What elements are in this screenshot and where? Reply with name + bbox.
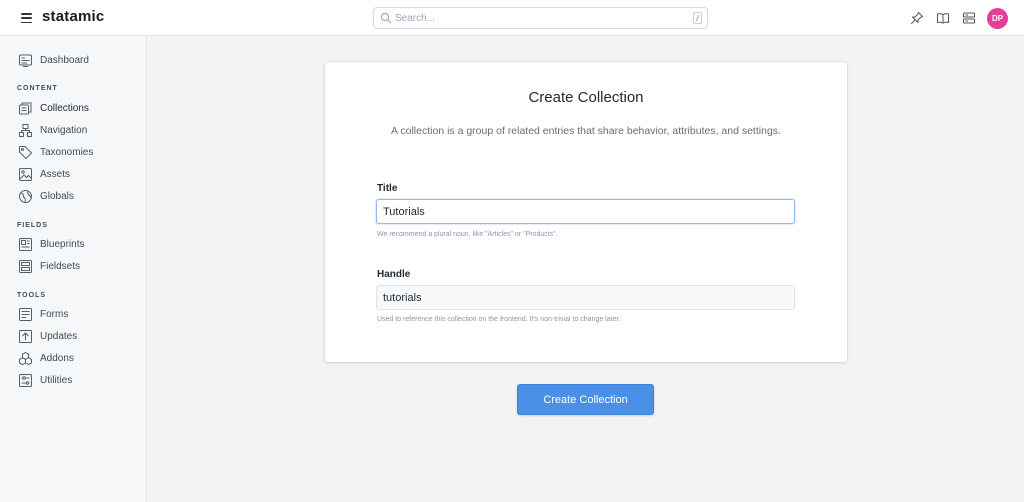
sidebar-item-globals[interactable]: Globals [18,188,74,204]
sidebar-item-blueprints[interactable]: Blueprints [18,236,84,252]
handle-field[interactable] [376,285,795,310]
sidebar-item-label: Assets [40,168,71,180]
create-collection-button[interactable]: Create Collection [517,384,654,415]
book-icon[interactable] [936,11,950,25]
page-title: Create Collection [528,89,644,106]
tag-icon [18,145,33,160]
sidebar-item-addons[interactable]: Addons [18,350,74,366]
sidebar-item-dashboard[interactable]: Dashboard [18,52,89,68]
sidebar-item-utilities[interactable]: Utilities [18,372,72,388]
dashboard-icon [18,53,33,68]
sidebar-item-forms[interactable]: Forms [18,306,68,322]
sidebar-item-label: Collections [40,102,89,114]
title-field-help: We recommend a plural noun, like "Articl… [377,231,558,238]
title-field[interactable] [376,199,795,224]
section-heading-tools: TOOLS [17,292,46,299]
sidebar-item-label: Addons [40,352,74,364]
sidebar-item-label: Utilities [40,374,73,386]
server-icon[interactable] [962,11,976,25]
sidebar-item-navigation[interactable]: Navigation [18,122,87,138]
sidebar-item-label: Forms [40,308,69,320]
handle-field-help: Used to reference this collection on the… [377,316,621,323]
sidebar-item-assets[interactable]: Assets [18,166,70,182]
blueprints-icon [18,237,33,252]
addons-icon [18,351,33,366]
user-avatar[interactable]: DP [987,8,1008,29]
sidebar-item-updates[interactable]: Updates [18,328,77,344]
section-heading-fields: FIELDS [17,222,48,229]
updates-icon [18,329,33,344]
create-collection-card: Create Collection A collection is a grou… [325,62,847,362]
globe-icon [18,189,33,204]
sidebar-item-label: Taxonomies [40,146,94,158]
pin-icon[interactable] [910,11,924,25]
sidebar-item-label: Blueprints [40,238,85,250]
navigation-icon [18,123,33,138]
fieldsets-icon [18,259,33,274]
sidebar-item-collections[interactable]: Collections [18,100,89,116]
page-description: A collection is a group of related entri… [391,125,781,137]
forms-icon [18,307,33,322]
search-box[interactable]: / [373,7,708,29]
sidebar-item-label: Fieldsets [40,260,81,272]
section-heading-content: CONTENT [17,85,58,92]
search-icon [380,12,392,24]
sidebar-item-fieldsets[interactable]: Fieldsets [18,258,80,274]
utilities-icon [18,373,33,388]
menu-toggle-icon[interactable] [21,13,32,23]
sidebar-item-label: Dashboard [40,54,89,66]
handle-field-label: Handle [377,269,411,280]
sidebar-item-label: Globals [40,190,74,202]
sidebar: Dashboard CONTENT Collections Navigation… [0,36,147,502]
collections-icon [18,101,33,116]
search-shortcut-hint: / [693,12,702,24]
brand-logo[interactable]: statamic [42,8,104,25]
top-bar: statamic / DP [0,0,1024,36]
search-input[interactable] [395,12,685,24]
assets-icon [18,167,33,182]
title-field-label: Title [377,183,398,194]
sidebar-item-label: Navigation [40,124,88,136]
sidebar-item-taxonomies[interactable]: Taxonomies [18,144,93,160]
sidebar-item-label: Updates [40,330,78,342]
